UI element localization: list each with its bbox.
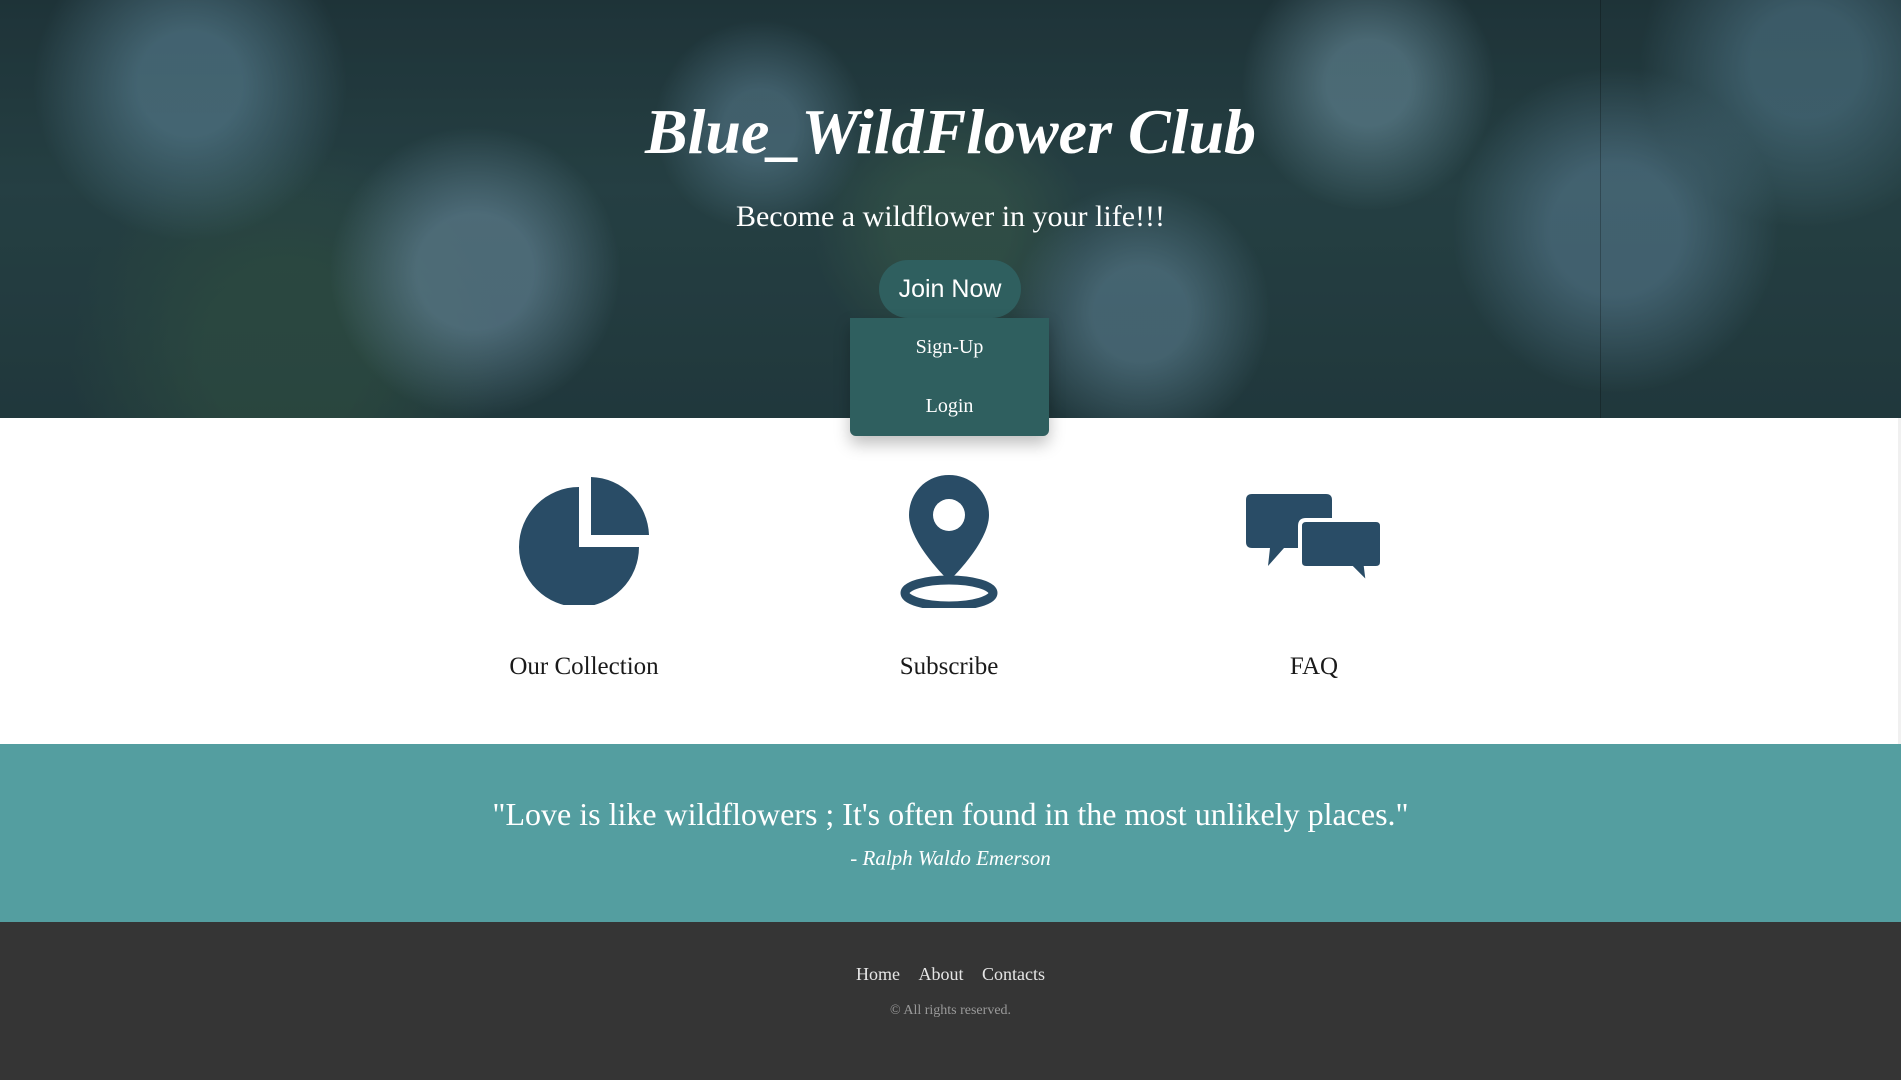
feature-subscribe[interactable]: Subscribe xyxy=(799,470,1099,682)
feature-collection[interactable]: Our Collection xyxy=(434,470,734,682)
hero-title: Blue_WildFlower Club xyxy=(644,96,1257,167)
join-dropdown-menu: Sign-Up Login xyxy=(850,318,1049,436)
hero-subtitle: Become a wildflower in your life!!! xyxy=(735,200,1165,233)
feature-collection-label: Our Collection xyxy=(509,653,659,680)
join-now-button[interactable]: Join Now xyxy=(879,260,1021,318)
map-pin-icon xyxy=(799,470,1099,610)
footer-link-about[interactable]: About xyxy=(919,964,964,984)
footer-link-contacts[interactable]: Contacts xyxy=(982,964,1045,984)
footer: Home About Contacts © All rights reserve… xyxy=(0,922,1901,1080)
chat-bubbles-icon xyxy=(1164,470,1464,610)
copyright-text: © All rights reserved. xyxy=(889,1003,1012,1018)
feature-subscribe-label: Subscribe xyxy=(899,653,999,680)
footer-nav: Home About Contacts xyxy=(0,964,1901,985)
quote-author: - Ralph Waldo Emerson xyxy=(850,846,1051,870)
quote-section: "Love is like wildflowers ; It's often f… xyxy=(0,744,1901,922)
signup-menu-item[interactable]: Sign-Up xyxy=(850,318,1049,377)
feature-faq-label: FAQ xyxy=(1289,653,1339,680)
pie-chart-icon xyxy=(434,470,734,610)
login-menu-item[interactable]: Login xyxy=(850,377,1049,436)
feature-faq[interactable]: FAQ xyxy=(1164,470,1464,682)
footer-link-home[interactable]: Home xyxy=(856,964,900,984)
quote-text: "Love is like wildflowers ; It's often f… xyxy=(492,796,1409,832)
